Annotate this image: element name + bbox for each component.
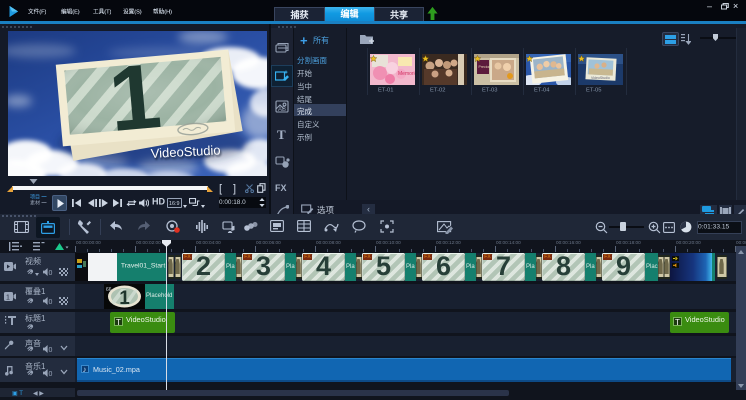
svg-text:0: 0	[49, 299, 53, 305]
svg-text:0: 0	[49, 347, 53, 353]
svg-text:VideoStudio: VideoStudio	[591, 76, 610, 80]
svg-text:1: 1	[105, 45, 165, 151]
svg-text:1: 1	[119, 288, 130, 309]
svg-text:1: 1	[6, 294, 10, 301]
svg-text:0: 0	[49, 371, 53, 377]
svg-text:0: 0	[49, 270, 53, 276]
svg-text:66: 66	[106, 287, 112, 293]
svg-text:Memories: Memories	[398, 71, 415, 77]
svg-text:AB: AB	[278, 107, 286, 113]
